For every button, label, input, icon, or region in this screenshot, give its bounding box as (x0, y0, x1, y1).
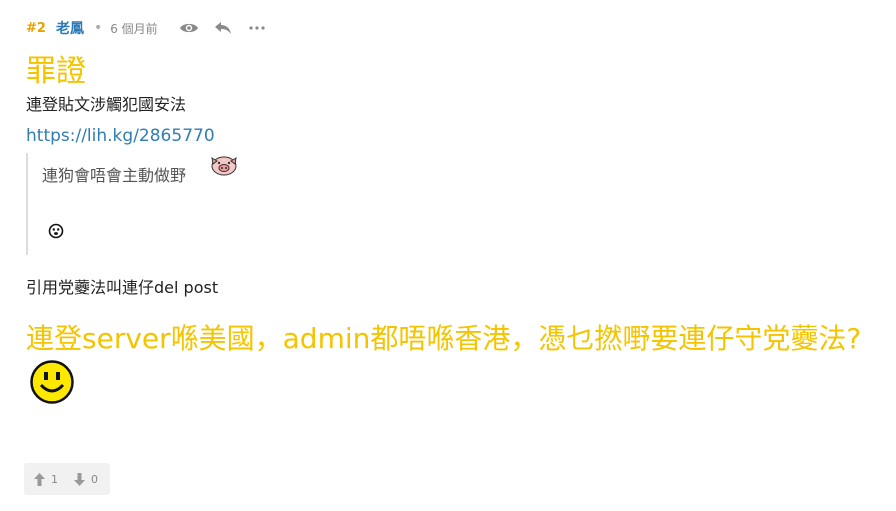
separator-dot: • (93, 20, 103, 36)
more-icon[interactable] (246, 17, 268, 39)
post-header: #2 老鳳 • 6 個月前 (26, 14, 870, 42)
post-line: 連登貼文涉觸犯國安法 (26, 95, 187, 114)
upvote-arrow-icon (34, 472, 45, 486)
post: #2 老鳳 • 6 個月前 罪證 連登貼文涉觸犯國安法 https://lih.… (0, 14, 896, 495)
downvote-count: 0 (91, 472, 98, 486)
upvote-count: 1 (51, 472, 58, 486)
post-line-2: 引用党虁法叫連仔del post (26, 278, 219, 297)
pig-emoticon-icon (208, 153, 240, 181)
eye-icon[interactable] (178, 17, 200, 39)
quote-text: 連狗會唔會主動做野 (42, 166, 187, 185)
post-title: 罪證 (26, 54, 86, 89)
reply-icon[interactable] (212, 17, 234, 39)
username[interactable]: 老鳳 (56, 18, 84, 38)
post-link[interactable]: https://lih.kg/2865770 (26, 125, 215, 147)
downvote-button[interactable]: 0 (74, 472, 98, 486)
downvote-arrow-icon (74, 472, 85, 486)
big-text-paragraph: 連登server喺美國，admin都唔喺香港，憑乜撚嘢要連仔守党虁法? (26, 312, 886, 428)
upvote-button[interactable]: 1 (34, 472, 58, 486)
smiley-emoticon-icon (30, 360, 74, 422)
floor-number[interactable]: #2 (26, 21, 46, 36)
post-time: 6 個月前 (110, 21, 158, 36)
vote-bar: 1 0 (24, 463, 110, 495)
quote-block: 連狗會唔會主動做野 (26, 153, 870, 255)
shocked-emoticon-icon (48, 223, 64, 243)
big-text: 連登server喺美國，admin都唔喺香港，憑乜撚嘢要連仔守党虁法? (26, 322, 862, 355)
